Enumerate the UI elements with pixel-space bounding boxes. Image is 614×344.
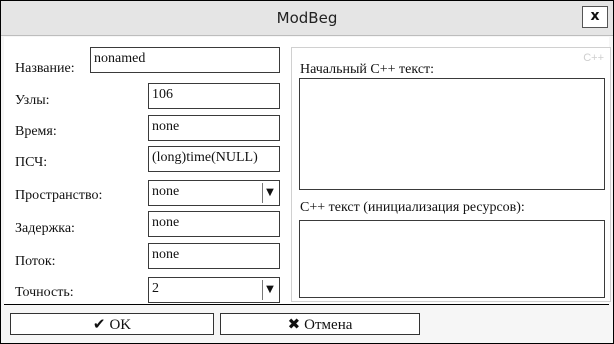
delay-field[interactable]: none [148,211,280,237]
x-icon: ✖ [287,315,301,333]
dialog-body: Название: nonamed Узлы: 106 Время: none … [4,37,611,341]
space-select[interactable]: none ▼ [148,180,280,206]
precision-select[interactable]: 2 ▼ [148,277,280,303]
precision-label: Точность: [15,285,74,300]
space-label: Пространство: [15,188,103,203]
precision-select-value: 2 [152,281,159,296]
prng-label: ПСЧ: [15,155,48,170]
modbeg-dialog: ModBeg x Название: nonamed Узлы: 106 Вре… [0,0,614,344]
space-select-value: none [152,184,180,199]
cancel-button-label: Отмена [304,317,353,333]
initial-cpp-textarea[interactable] [299,78,605,190]
time-label: Время: [15,124,57,139]
ok-button-label: OK [109,317,132,333]
initial-cpp-label: Начальный C++ текст: [300,62,435,77]
button-bar: ✔ OK ✖ Отмена [4,304,609,342]
ok-button[interactable]: ✔ OK [10,313,214,335]
chevron-down-icon[interactable]: ▼ [262,280,277,300]
init-cpp-textarea[interactable] [299,220,605,298]
cpp-watermark: C++ [583,52,604,64]
close-button[interactable]: x [582,6,608,28]
check-icon: ✔ [92,315,106,333]
chevron-down-icon[interactable]: ▼ [262,183,277,203]
cancel-button[interactable]: ✖ Отмена [220,313,420,335]
cpp-code-panel: C++ Начальный C++ текст: C++ текст (иниц… [291,47,611,302]
title-bar: ModBeg x [1,1,613,36]
name-field[interactable]: nonamed [90,47,280,73]
init-cpp-label: C++ текст (инициализация ресурсов): [300,200,525,215]
name-label: Название: [15,61,75,76]
prng-field[interactable]: (long)time(NULL) [148,146,280,172]
stream-label: Поток: [15,254,56,269]
nodes-label: Узлы: [15,93,50,108]
delay-label: Задержка: [15,221,75,236]
nodes-field[interactable]: 106 [148,83,280,109]
time-field[interactable]: none [148,115,280,141]
stream-field[interactable]: none [148,243,280,269]
window-title: ModBeg [276,9,338,27]
